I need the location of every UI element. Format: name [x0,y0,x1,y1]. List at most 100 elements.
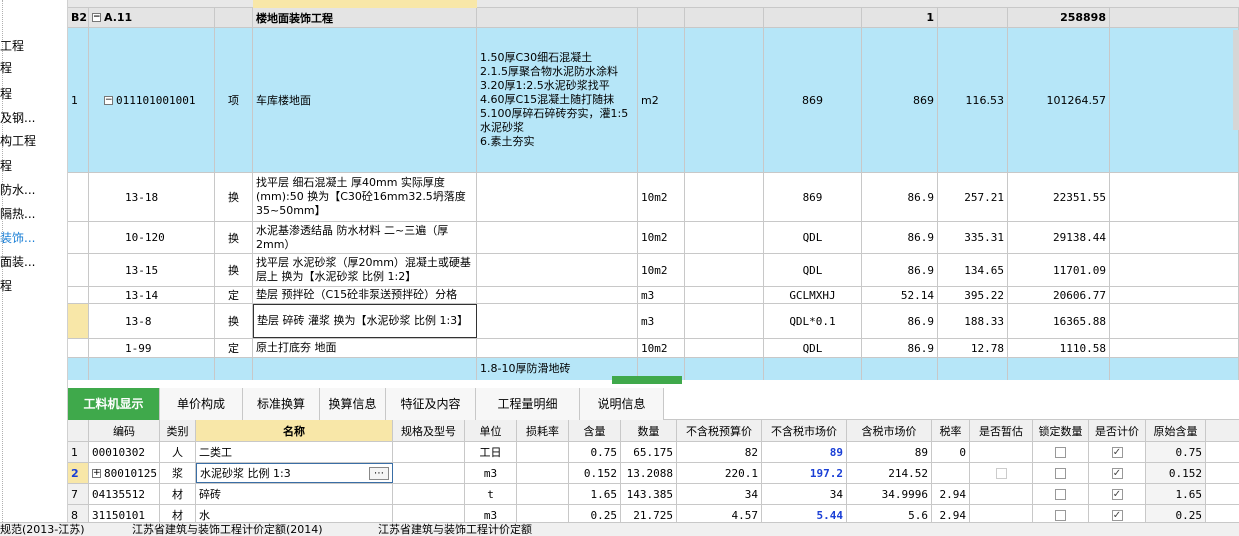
resource-market_tax: 89 [847,442,932,462]
column-header[interactable]: 损耗率 [517,420,569,441]
resource-qty: 13.2088 [621,463,677,483]
column-header[interactable]: 单位 [465,420,517,441]
quota-row[interactable]: 13-15 换找平层 水泥砂浆（厚20mm）混凝土或硬基层上 换为【水泥砂浆 比例… [68,254,1239,287]
quota-quantity: 86.9 [862,173,938,221]
column-header[interactable]: 不含税市场价 [762,420,847,441]
resource-provisional[interactable] [970,484,1033,504]
resource-lock[interactable] [1033,484,1089,504]
priced-checkbox[interactable]: ✓ [1111,488,1123,500]
column-header[interactable]: 名称 [196,420,393,441]
column-header[interactable]: 是否计价 [1089,420,1146,441]
collapse-icon[interactable]: − [92,13,101,22]
column-header[interactable]: 原始含量 [1146,420,1206,441]
priced-checkbox[interactable]: ✓ [1111,446,1123,458]
quota-row[interactable]: 13-18 换找平层 细石混凝土 厚40mm 实际厚度(mm):50 换为【C30… [68,173,1239,222]
column-header[interactable]: 含量 [569,420,621,441]
resource-priced[interactable]: ✓ [1089,505,1146,522]
tab-2[interactable]: 标准换算 [243,388,320,420]
resource-provisional[interactable] [970,442,1033,462]
bill-item-row[interactable]: 1 −011101001001 项 车库楼地面 1.50厚C30细石混凝土 2.… [68,28,1239,173]
quota-quantity: 86.9 [862,254,938,286]
provisional-checkbox[interactable] [995,467,1007,479]
resource-name[interactable]: 水泥砂浆 比例 1:3 ⋯ [196,463,393,483]
tab-6[interactable]: 说明信息 [580,388,664,420]
column-header[interactable]: 含税市场价 [847,420,932,441]
column-header[interactable]: 规格及型号 [393,420,465,441]
quota-name[interactable]: 垫层 预拌砼（C15砼非泵送预拌砼）分格 [253,287,477,303]
column-header[interactable]: 是否暂估 [970,420,1033,441]
sidebar-item[interactable]: 程 [0,84,12,104]
ellipsis-button[interactable]: ⋯ [369,466,389,480]
column-header[interactable]: 类别 [160,420,196,441]
resource-provisional[interactable] [970,463,1033,483]
vertical-scrollbar[interactable] [1233,30,1239,130]
expand-icon[interactable]: + [92,468,101,478]
sidebar-item[interactable]: 程 [0,276,12,296]
resource-priced[interactable]: ✓ [1089,442,1146,462]
item-type: 项 [215,28,253,172]
resource-spec [393,463,465,483]
lock-qty-checkbox[interactable] [1055,467,1066,479]
quota-quantity: 52.14 [862,287,938,303]
resource-provisional[interactable] [970,505,1033,522]
resource-priced[interactable]: ✓ [1089,463,1146,483]
column-header[interactable]: 数量 [621,420,677,441]
status-item: 江苏省建筑与装饰工程计价定额(2014) [132,523,323,536]
column-header[interactable]: 不含税预算价 [677,420,762,441]
panel-splitter[interactable] [612,376,682,384]
sidebar-item[interactable]: 程 [0,58,12,78]
quota-row[interactable]: 10-120 换水泥基渗透结晶 防水材料 二~三遍（厚2mm） 10m2 QDL 86.… [68,222,1239,254]
sidebar-item[interactable]: 构工程 [0,131,36,151]
lock-qty-checkbox[interactable] [1055,509,1066,521]
quota-name[interactable]: 找平层 水泥砂浆（厚20mm）混凝土或硬基层上 换为【水泥砂浆 比例 1:2】 [253,254,477,286]
resource-row[interactable]: 8 31150101 材水 m3 0.25 21.725 4.57 5.44 5.6 2.94 ✓ 0… [68,505,1239,522]
sidebar-item[interactable]: 工程 [0,36,24,56]
lock-qty-checkbox[interactable] [1055,446,1066,458]
section-row[interactable]: B2 − A.11 楼地面装饰工程 1 258898 [68,8,1239,28]
column-header[interactable]: 编码 [89,420,160,441]
priced-checkbox[interactable]: ✓ [1111,467,1123,479]
section-code[interactable]: − A.11 [89,8,215,27]
lock-qty-checkbox[interactable] [1055,488,1066,500]
quota-name[interactable]: 找平层 细石混凝土 厚40mm 实际厚度(mm):50 换为【C30砼16mm3… [253,173,477,221]
resource-name-text[interactable]: 水泥砂浆 比例 1:3 [200,465,291,481]
resource-priced[interactable]: ✓ [1089,484,1146,504]
priced-checkbox[interactable]: ✓ [1111,509,1123,521]
resource-loss [517,463,569,483]
quota-row[interactable]: 1-99 定原土打底夯 地面 10m2 QDL 86.9 12.78 1110.58 [68,339,1239,358]
item-features: 1.50厚C30细石混凝土 2.1.5厚聚合物水泥防水涂料 3.20厚1:2.5… [477,28,638,172]
sidebar-item[interactable]: 防水... [0,180,35,200]
resource-name[interactable]: 水 [196,505,393,522]
resource-code: 00010302 [89,442,160,462]
tab-3[interactable]: 换算信息 [320,388,386,420]
item-code[interactable]: −011101001001 [89,28,215,172]
resource-lock[interactable] [1033,505,1089,522]
quota-extra [1110,339,1239,357]
quota-name[interactable]: 原土打底夯 地面 [253,339,477,357]
quota-name[interactable]: 垫层 碎砖 灌浆 换为【水泥砂浆 比例 1:3】 [253,304,477,338]
resource-name[interactable]: 二类工 [196,442,393,462]
resource-row[interactable]: 7 04135512 材碎砖 t 1.65 143.385 34 34 34.9996 2.94 ✓… [68,484,1239,505]
collapse-icon[interactable]: − [104,95,113,105]
resource-lock[interactable] [1033,463,1089,483]
sidebar-item[interactable]: 及钢... [0,108,35,128]
quota-name[interactable]: 水泥基渗透结晶 防水材料 二~三遍（厚2mm） [253,222,477,253]
sidebar-item[interactable]: 隔热... [0,204,35,224]
column-header[interactable]: 锁定数量 [1033,420,1089,441]
column-header[interactable]: 税率 [932,420,970,441]
resource-row[interactable]: 2 +80010125 浆水泥砂浆 比例 1:3 ⋯ m3 0.152 13.2088 220… [68,463,1239,484]
sidebar-item[interactable]: 装饰... [0,228,35,248]
detail-tabs: 工料机显示 单价构成 标准换算 换算信息 特征及内容 工程量明细 说明信息 [68,388,1239,420]
tab-0[interactable]: 工料机显示 [68,388,160,420]
resource-lock[interactable] [1033,442,1089,462]
sidebar-item[interactable]: 面装... [0,252,35,272]
quota-row[interactable]: 13-8 换垫层 碎砖 灌浆 换为【水泥砂浆 比例 1:3】 m3 QDL*0.1 86… [68,304,1239,339]
quota-row[interactable]: 13-14 定垫层 预拌砼（C15砼非泵送预拌砼）分格 m3 GCLMXHJ 52.14… [68,287,1239,304]
tab-4[interactable]: 特征及内容 [386,388,476,420]
sidebar-item[interactable]: 程 [0,156,12,176]
quota-extra [1110,304,1239,338]
resource-name[interactable]: 碎砖 [196,484,393,504]
tab-5[interactable]: 工程量明细 [476,388,580,420]
resource-row[interactable]: 1 00010302 人二类工 工日 0.75 65.175 82 89 89 0 ✓ 0.75 [68,442,1239,463]
tab-1[interactable]: 单价构成 [160,388,243,420]
